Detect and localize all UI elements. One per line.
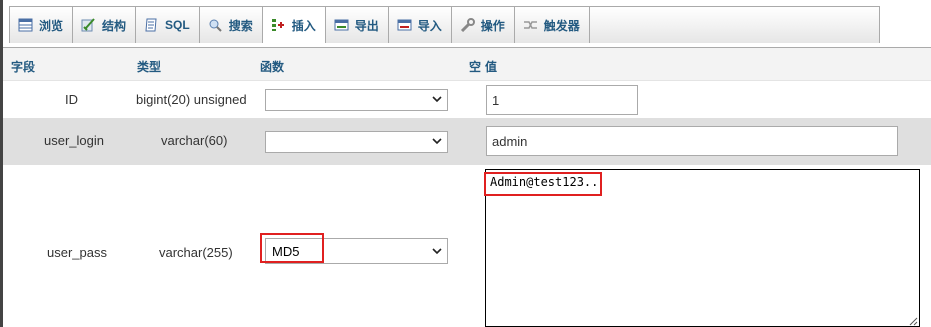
value-input[interactable]: [486, 126, 898, 156]
tab-label: 操作: [480, 18, 505, 33]
structure-icon: [81, 18, 96, 32]
tab-operations[interactable]: 操作: [451, 6, 515, 43]
insert-icon: [271, 18, 286, 32]
table-row: user_pass varchar(255) MD5 Admin@test123…: [3, 165, 931, 327]
field-name: user_login: [44, 133, 104, 148]
field-type: varchar(255): [159, 245, 233, 260]
trigger-icon: [523, 18, 538, 32]
tab-label: 结构: [102, 18, 127, 33]
function-select[interactable]: [265, 89, 448, 111]
tab-label: 导入: [417, 18, 442, 33]
field-name: user_pass: [47, 245, 107, 260]
tab-bar: 浏览 结构 SQL 搜索 插入 导出 导入 操作 触发器: [3, 0, 931, 48]
tab-label: 导出: [354, 18, 379, 33]
tab-import[interactable]: 导入: [388, 6, 452, 43]
tab-label: 浏览: [39, 18, 64, 33]
tab-sql[interactable]: SQL: [136, 6, 200, 43]
value-textarea[interactable]: Admin@test123..: [485, 169, 920, 327]
function-dropdown[interactable]: MD5: [265, 238, 448, 264]
chevron-down-icon: [432, 136, 442, 146]
export-icon: [334, 18, 349, 32]
sql-icon: [144, 18, 159, 32]
header-value: 值: [485, 60, 498, 74]
function-dropdown[interactable]: [265, 131, 448, 153]
tab-structure[interactable]: 结构: [73, 6, 137, 43]
header-function: 函数: [260, 60, 285, 74]
resize-handle-icon[interactable]: [908, 315, 918, 326]
field-name: ID: [65, 92, 78, 107]
function-select[interactable]: MD5: [265, 238, 448, 264]
function-select[interactable]: [265, 131, 448, 153]
field-type: bigint(20) unsigned: [136, 92, 247, 107]
search-icon: [208, 18, 223, 32]
tab-browse[interactable]: 浏览: [9, 6, 74, 43]
import-icon: [397, 18, 412, 32]
browse-icon: [18, 18, 33, 32]
table-header: 字段 类型 函数 空 值: [3, 48, 931, 81]
chevron-down-icon: [432, 246, 442, 256]
value-input[interactable]: [486, 85, 638, 115]
tab-label: 插入: [291, 18, 316, 33]
table-row: user_login varchar(60): [3, 118, 931, 165]
tab-label: SQL: [165, 18, 190, 32]
tab-search[interactable]: 搜索: [199, 6, 263, 43]
header-null: 空: [469, 60, 482, 74]
tab-export[interactable]: 导出: [325, 6, 389, 43]
header-type: 类型: [137, 60, 162, 74]
function-dropdown[interactable]: [265, 89, 448, 111]
field-type: varchar(60): [161, 133, 228, 148]
tab-label: 搜索: [228, 18, 253, 33]
tab-label: 触发器: [543, 18, 580, 33]
tab-insert[interactable]: 插入: [262, 6, 326, 43]
wrench-icon: [460, 18, 475, 33]
tab-bar-filler: [589, 6, 880, 43]
tab-triggers[interactable]: 触发器: [514, 6, 590, 43]
table-row: ID bigint(20) unsigned: [3, 81, 931, 118]
header-field: 字段: [11, 60, 36, 74]
chevron-down-icon: [432, 94, 442, 104]
